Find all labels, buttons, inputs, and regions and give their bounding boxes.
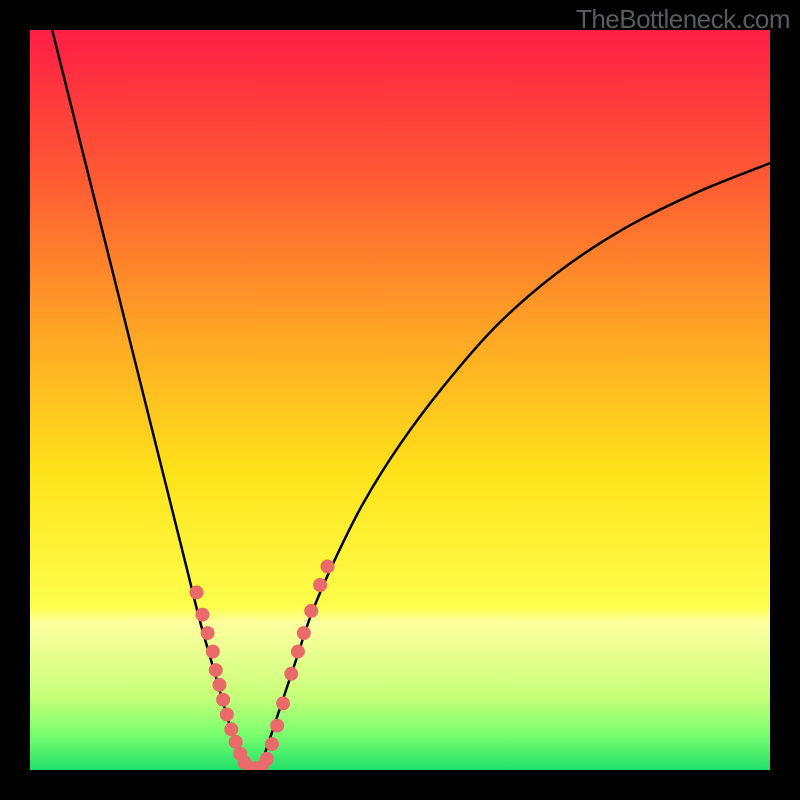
scatter-dot [260, 752, 274, 766]
scatter-dot [216, 693, 230, 707]
scatter-dot [209, 663, 223, 677]
scatter-dot [265, 737, 279, 751]
scatter-dot [304, 604, 318, 618]
scatter-dot [320, 560, 334, 574]
scatter-dot [297, 626, 311, 640]
scatter-dot [206, 645, 220, 659]
scatter-dot [190, 585, 204, 599]
scatter-dot [224, 722, 238, 736]
scatter-dot [201, 626, 215, 640]
scatter-dot [276, 696, 290, 710]
scatter-dot [220, 708, 234, 722]
gradient-background [30, 30, 770, 770]
scatter-dot [291, 645, 305, 659]
scatter-dot [270, 719, 284, 733]
scatter-dot [212, 678, 226, 692]
scatter-dot [284, 667, 298, 681]
chart-frame: TheBottleneck.com [0, 0, 800, 800]
plot-area [30, 30, 770, 770]
scatter-dot [195, 608, 209, 622]
chart-svg [30, 30, 770, 770]
scatter-dot [313, 578, 327, 592]
